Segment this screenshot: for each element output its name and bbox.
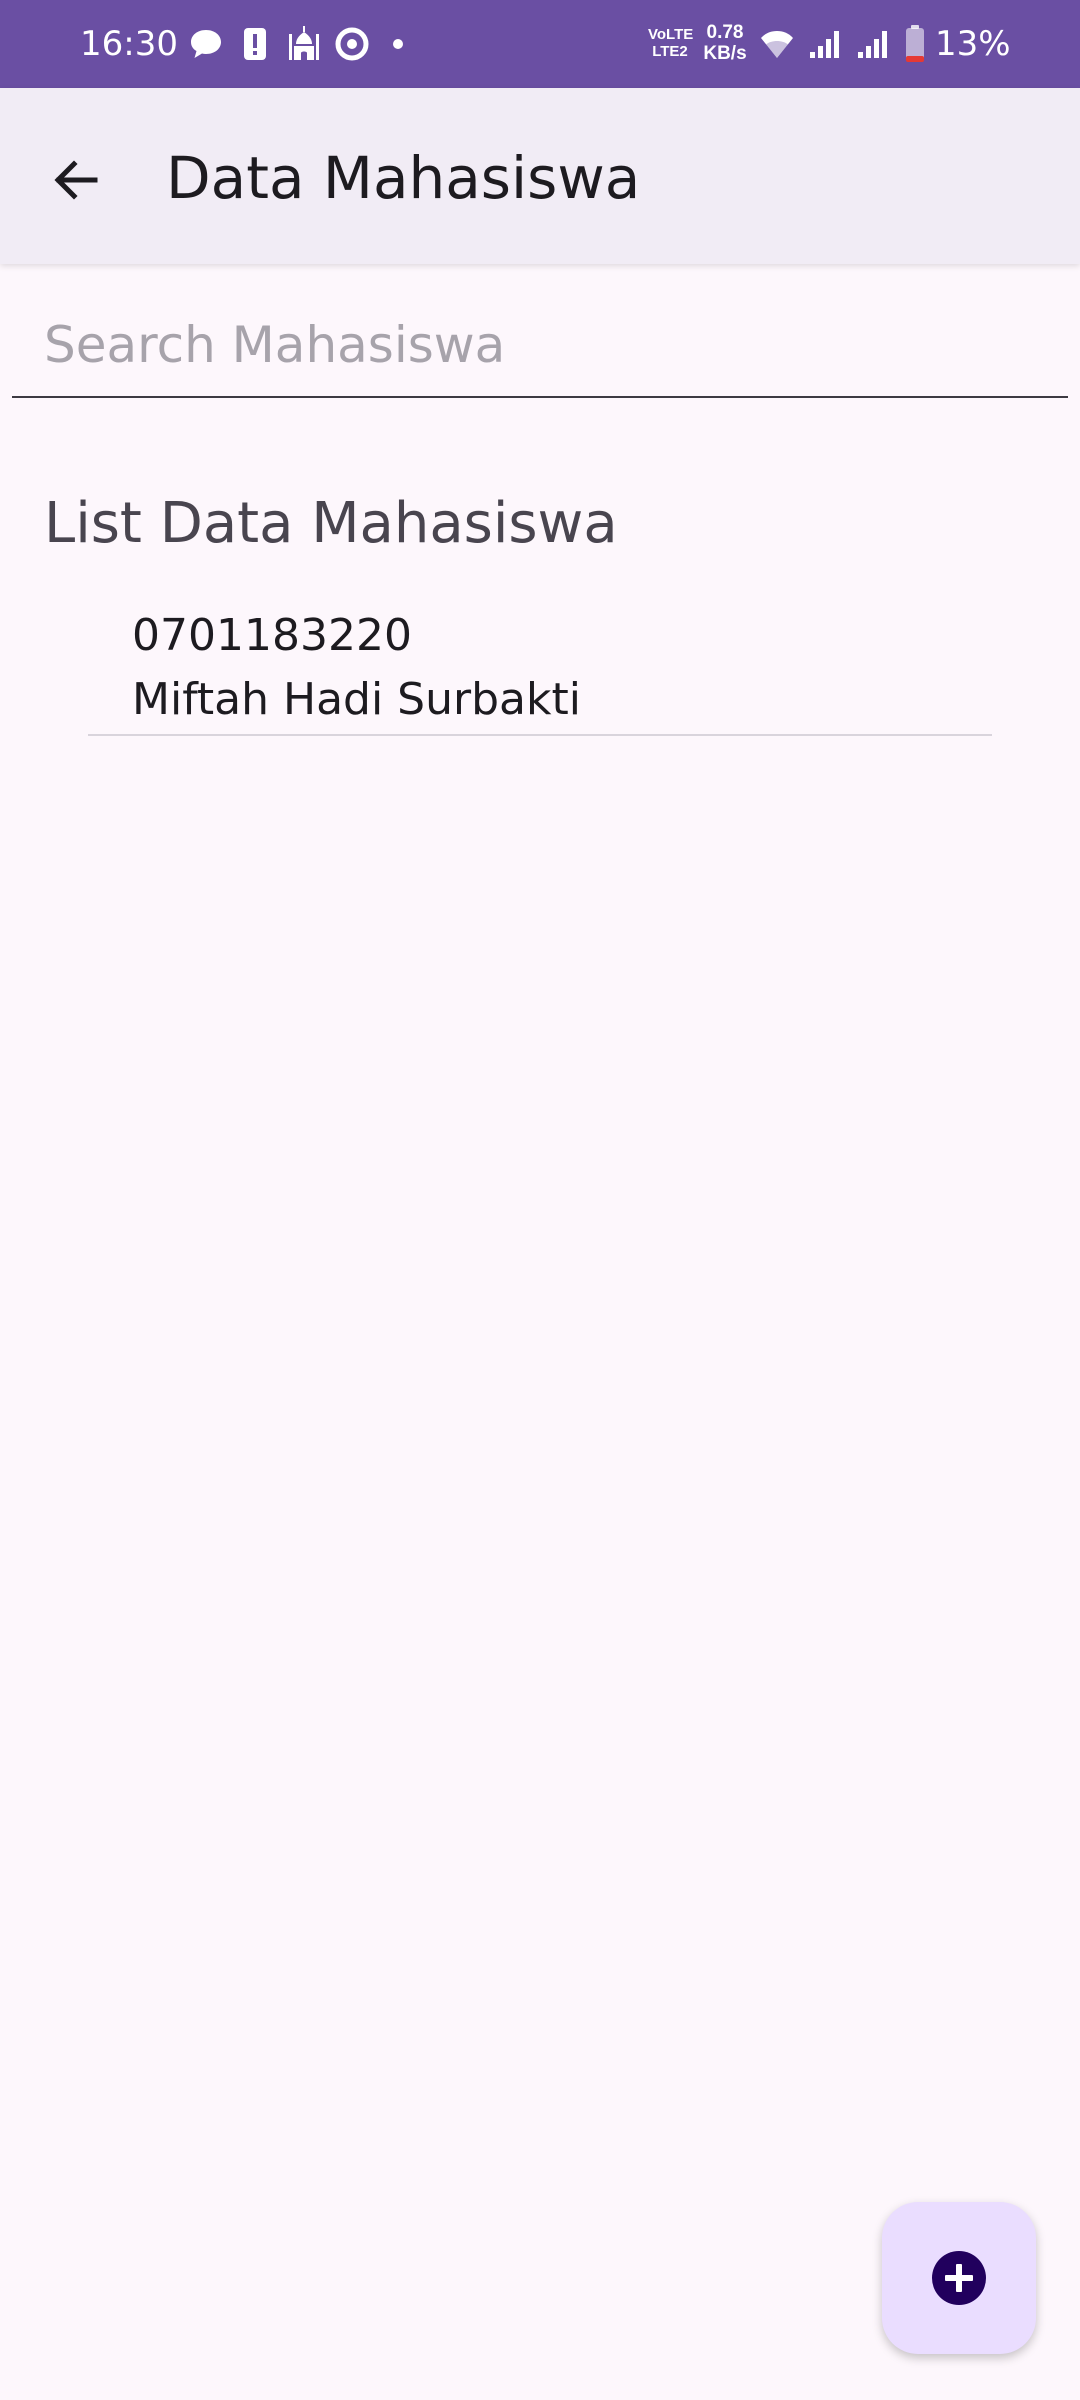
section-title: List Data Mahasiswa [44, 491, 618, 556]
mosque-icon [289, 26, 319, 60]
battery-icon [906, 25, 924, 62]
wifi-icon [761, 31, 793, 58]
back-button[interactable] [36, 140, 116, 220]
alert-icon [244, 28, 266, 60]
add-circle-icon [932, 2251, 986, 2305]
dot-icon [393, 39, 403, 49]
status-time: 16:30 [80, 24, 178, 64]
chat-icon [191, 30, 221, 58]
app-bar: Data Mahasiswa [0, 88, 1080, 264]
battery-percent: 13% [935, 24, 1011, 64]
status-bar: 16:30 VoLTE LTE2 0.78 KB/s 13% [0, 0, 1080, 88]
signal-icon [858, 31, 887, 58]
student-name: Miftah Hadi Surbakti [132, 674, 581, 725]
list-item[interactable]: 0701183220 Miftah Hadi Surbakti [88, 600, 992, 736]
search-input[interactable] [12, 294, 1068, 396]
student-nim: 0701183220 [132, 610, 412, 661]
network-type-label: VoLTE LTE2 [648, 26, 694, 60]
network-speed: 0.78 KB/s [703, 22, 747, 64]
signal-icon [810, 31, 839, 58]
sync-icon [335, 27, 369, 61]
search-field [12, 294, 1068, 398]
page-title: Data Mahasiswa [166, 144, 641, 212]
arrow-back-icon [54, 160, 98, 200]
add-student-button[interactable] [882, 2202, 1036, 2354]
